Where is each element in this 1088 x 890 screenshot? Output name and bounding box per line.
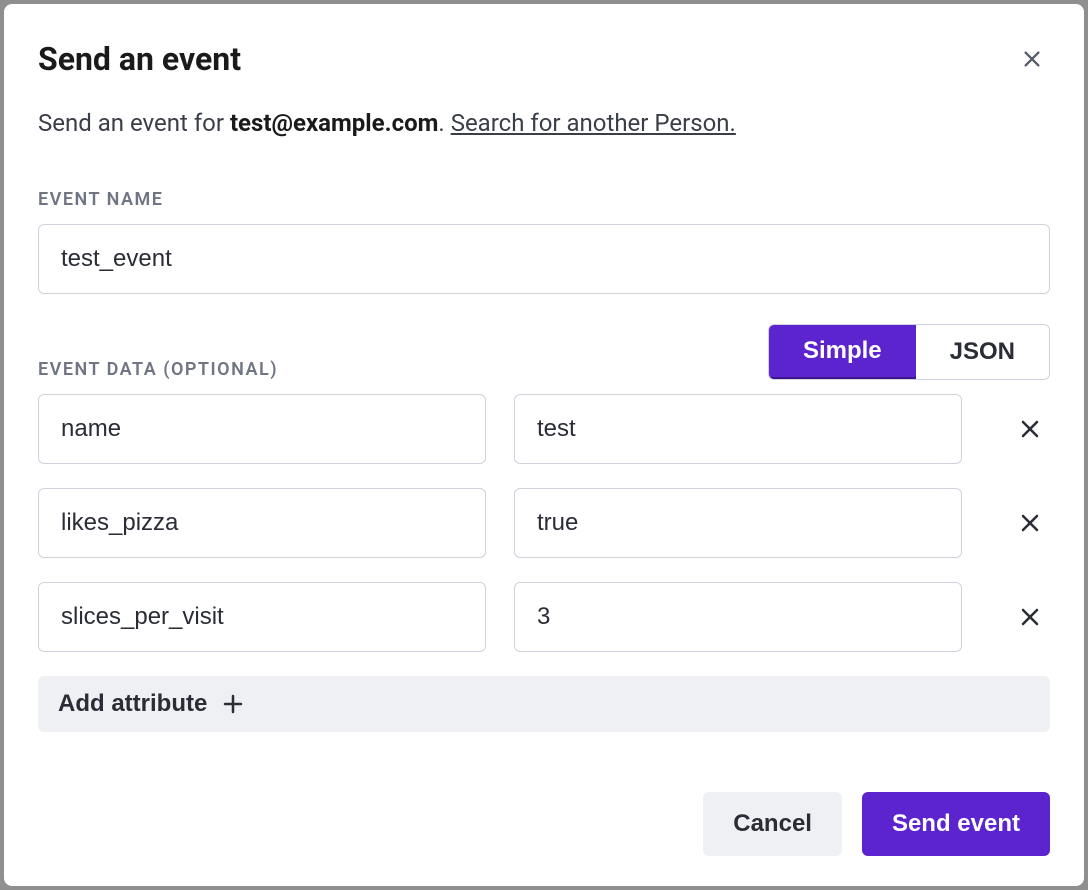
search-person-link[interactable]: Search for another Person. bbox=[451, 109, 736, 137]
attr-key-input[interactable] bbox=[38, 582, 486, 652]
add-attribute-button[interactable]: Add attribute bbox=[38, 676, 1050, 732]
attribute-row bbox=[38, 394, 1050, 464]
close-button[interactable] bbox=[1014, 41, 1050, 77]
cancel-button[interactable]: Cancel bbox=[703, 792, 842, 856]
delete-attr-button[interactable] bbox=[1010, 597, 1050, 637]
attribute-rows bbox=[38, 394, 1050, 652]
event-data-label: EVENT DATA (OPTIONAL) bbox=[38, 359, 278, 380]
event-data-header: EVENT DATA (OPTIONAL) Simple JSON bbox=[38, 324, 1050, 380]
modal-title: Send an event bbox=[38, 40, 241, 78]
delete-attr-button[interactable] bbox=[1010, 503, 1050, 543]
attr-value-input[interactable] bbox=[514, 488, 962, 558]
attr-value-input[interactable] bbox=[514, 582, 962, 652]
close-icon bbox=[1018, 605, 1042, 629]
attr-value-input[interactable] bbox=[514, 394, 962, 464]
attr-key-input[interactable] bbox=[38, 394, 486, 464]
mode-json-tab[interactable]: JSON bbox=[916, 325, 1049, 379]
close-icon bbox=[1018, 511, 1042, 535]
send-event-button[interactable]: Send event bbox=[862, 792, 1050, 856]
subtext: Send an event for test@example.com. Sear… bbox=[38, 106, 1050, 141]
attribute-row bbox=[38, 488, 1050, 558]
mode-simple-tab[interactable]: Simple bbox=[769, 325, 916, 380]
subtext-prefix: Send an event for bbox=[38, 109, 230, 137]
modal-header: Send an event bbox=[38, 40, 1050, 78]
subtext-period: . bbox=[438, 109, 450, 137]
mode-toggle: Simple JSON bbox=[768, 324, 1050, 380]
attr-key-input[interactable] bbox=[38, 488, 486, 558]
subtext-email: test@example.com bbox=[230, 109, 438, 137]
event-name-label: EVENT NAME bbox=[38, 189, 1050, 210]
plus-icon bbox=[221, 692, 245, 716]
add-attribute-label: Add attribute bbox=[58, 690, 207, 718]
event-name-block: EVENT NAME bbox=[38, 189, 1050, 294]
send-event-modal: Send an event Send an event for test@exa… bbox=[4, 4, 1084, 886]
close-icon bbox=[1021, 48, 1043, 70]
close-icon bbox=[1018, 417, 1042, 441]
delete-attr-button[interactable] bbox=[1010, 409, 1050, 449]
event-name-input[interactable] bbox=[38, 224, 1050, 294]
attribute-row bbox=[38, 582, 1050, 652]
modal-footer: Cancel Send event bbox=[38, 762, 1050, 856]
